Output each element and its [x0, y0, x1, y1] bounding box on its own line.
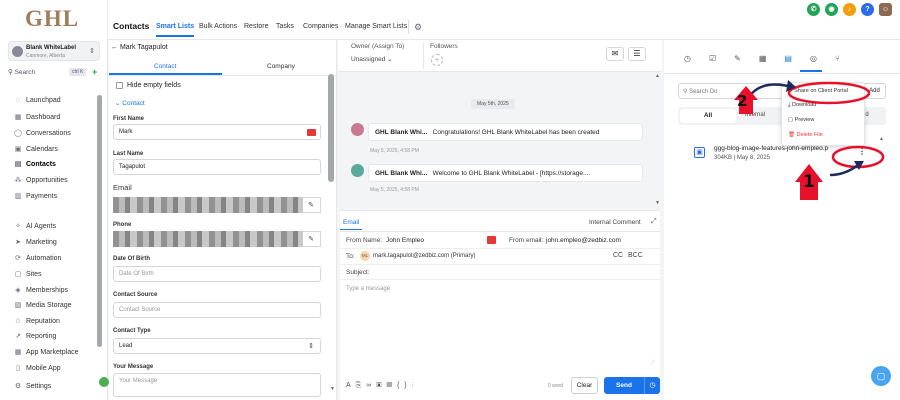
step-1-number: 1 [803, 172, 815, 192]
annotation-overlay [734, 80, 885, 200]
step-2-number: 2 [737, 92, 748, 110]
highlight-ellipse-share [787, 81, 871, 105]
